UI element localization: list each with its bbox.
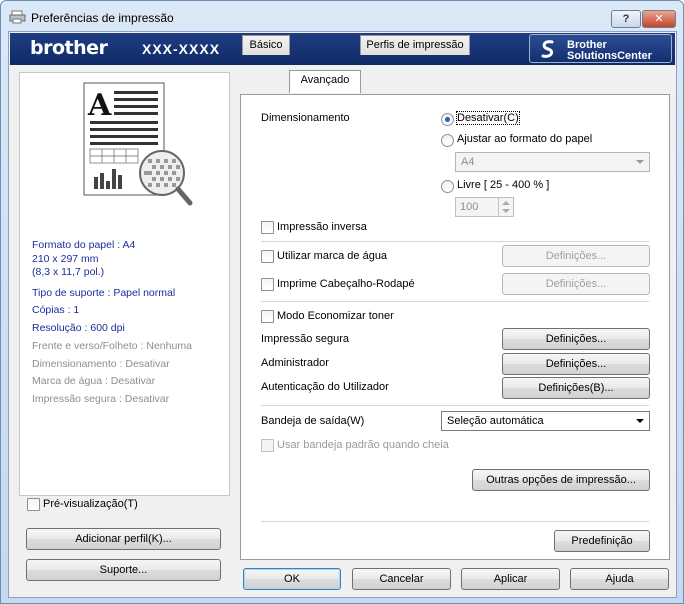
paper-size-value: A4 xyxy=(461,156,475,168)
fit-to-paper-radio[interactable] xyxy=(441,134,454,147)
title-bar[interactable]: Preferências de impressão ? ✕ xyxy=(1,1,683,31)
apply-button[interactable]: Aplicar xyxy=(461,568,560,590)
scaling-label: Dimensionamento xyxy=(261,112,350,124)
chevron-down-icon xyxy=(636,160,644,164)
header-footer-label: Imprime Cabeçalho-Rodapé xyxy=(277,278,415,290)
summary-resolution: Resolução : 600 dpi xyxy=(32,322,125,334)
svg-text:A: A xyxy=(87,88,112,123)
separator xyxy=(261,405,649,406)
spin-arrows-icon[interactable] xyxy=(498,198,513,216)
solutions-center-icon xyxy=(541,40,554,58)
watermark-checkbox[interactable] xyxy=(261,250,274,263)
close-button[interactable]: ✕ xyxy=(642,10,676,28)
free-scaling-value: 100 xyxy=(460,201,479,213)
separator xyxy=(261,521,649,522)
summary-watermark: Marca de água : Desativar xyxy=(32,375,156,387)
support-button[interactable]: Suporte... xyxy=(26,559,221,581)
secure-print-settings-button[interactable]: Definições... xyxy=(502,328,650,350)
dialog-client: brother XXX-XXXX Brother SolutionsCenter… xyxy=(8,31,677,598)
use-default-tray-checkbox[interactable] xyxy=(261,439,274,452)
output-tray-select[interactable]: Seleção automática xyxy=(441,411,650,431)
settings-summary-panel: A Formato do papel: A4 210 x 297 mm (8,… xyxy=(19,72,230,496)
add-profile-button[interactable]: Adicionar perfil(K)... xyxy=(26,528,221,550)
cancel-button[interactable]: Cancelar xyxy=(352,568,451,590)
print-preferences-window: Preferências de impressão ? ✕ brother XX… xyxy=(0,0,684,604)
fit-to-paper-label: Ajustar ao formato do papel xyxy=(457,133,593,145)
summary-paper-mm: 210 x 297 mm xyxy=(32,253,99,265)
toner-save-checkbox[interactable] xyxy=(261,310,274,323)
reverse-print-label: Impressão inversa xyxy=(277,221,367,233)
use-default-tray-label: Usar bandeja padrão quando cheia xyxy=(277,439,449,451)
ok-button[interactable]: OK xyxy=(243,568,341,590)
window-title: Preferências de impressão xyxy=(31,11,174,25)
brother-logo: brother xyxy=(30,37,108,59)
printer-icon xyxy=(9,10,26,24)
reverse-print-checkbox[interactable] xyxy=(261,221,274,234)
toner-save-label: Modo Economizar toner xyxy=(277,310,394,322)
user-auth-settings-button[interactable]: Definições(B)... xyxy=(502,377,650,399)
solutions-center-line2: SolutionsCenter xyxy=(567,50,652,62)
preview-label: Pré-visualização(T) xyxy=(43,498,138,510)
summary-paper-inches: (8,3 x 11,7 pol.) xyxy=(32,266,105,278)
free-scaling-spinbox[interactable]: 100 xyxy=(455,197,514,217)
header-footer-checkbox[interactable] xyxy=(261,278,274,291)
free-scaling-radio[interactable] xyxy=(441,180,454,193)
page-preview-image: A xyxy=(83,82,193,206)
chevron-down-icon xyxy=(636,419,644,423)
header-footer-settings-button[interactable]: Definições... xyxy=(502,273,650,295)
scaling-off-label: Desativar(C) xyxy=(456,111,520,125)
other-print-options-button[interactable]: Outras opções de impressão... xyxy=(472,469,650,491)
summary-secure-print: Impressão segura : Desativar xyxy=(32,393,170,405)
paper-size-select[interactable]: A4 xyxy=(455,152,650,172)
solutions-center-button[interactable]: Brother SolutionsCenter xyxy=(529,34,672,63)
administrator-label: Administrador xyxy=(261,357,329,369)
separator xyxy=(261,301,649,302)
summary-duplex: Frente e verso/Folheto : Nenhuma xyxy=(32,340,192,352)
watermark-label: Utilizar marca de água xyxy=(277,250,388,262)
preview-checkbox[interactable] xyxy=(27,498,40,511)
help-title-button[interactable]: ? xyxy=(611,10,641,28)
output-tray-value: Seleção automática xyxy=(447,415,544,427)
user-auth-label: Autenticação do Utilizador xyxy=(261,381,389,393)
tab-print-profiles[interactable]: Perfis de impressão xyxy=(360,35,470,55)
secure-print-label: Impressão segura xyxy=(261,333,350,345)
help-button[interactable]: Ajuda xyxy=(570,568,669,590)
output-tray-label: Bandeja de saída(W) xyxy=(261,415,365,427)
summary-media-type: Tipo de suporte : Papel normal xyxy=(32,287,176,299)
watermark-settings-button[interactable]: Definições... xyxy=(502,245,650,267)
summary-paper-size: Formato do papel : A4 xyxy=(32,239,136,251)
advanced-tab-panel: Dimensionamento Desativar(C) Ajustar ao … xyxy=(240,94,670,560)
default-button[interactable]: Predefinição xyxy=(554,530,650,552)
summary-scaling: Dimensionamento : Desativar xyxy=(32,358,170,370)
scaling-off-radio[interactable] xyxy=(441,113,454,126)
separator xyxy=(261,241,649,242)
model-name: XXX-XXXX xyxy=(142,41,221,57)
administrator-settings-button[interactable]: Definições... xyxy=(502,353,650,375)
brother-banner: brother XXX-XXXX Brother SolutionsCenter xyxy=(10,33,675,65)
tab-basic[interactable]: Básico xyxy=(242,35,290,55)
summary-copies: Cópias : 1 xyxy=(32,304,80,316)
tab-advanced[interactable]: Avançado xyxy=(289,70,361,93)
free-scaling-label: Livre [ 25 - 400 % ] xyxy=(457,179,550,191)
